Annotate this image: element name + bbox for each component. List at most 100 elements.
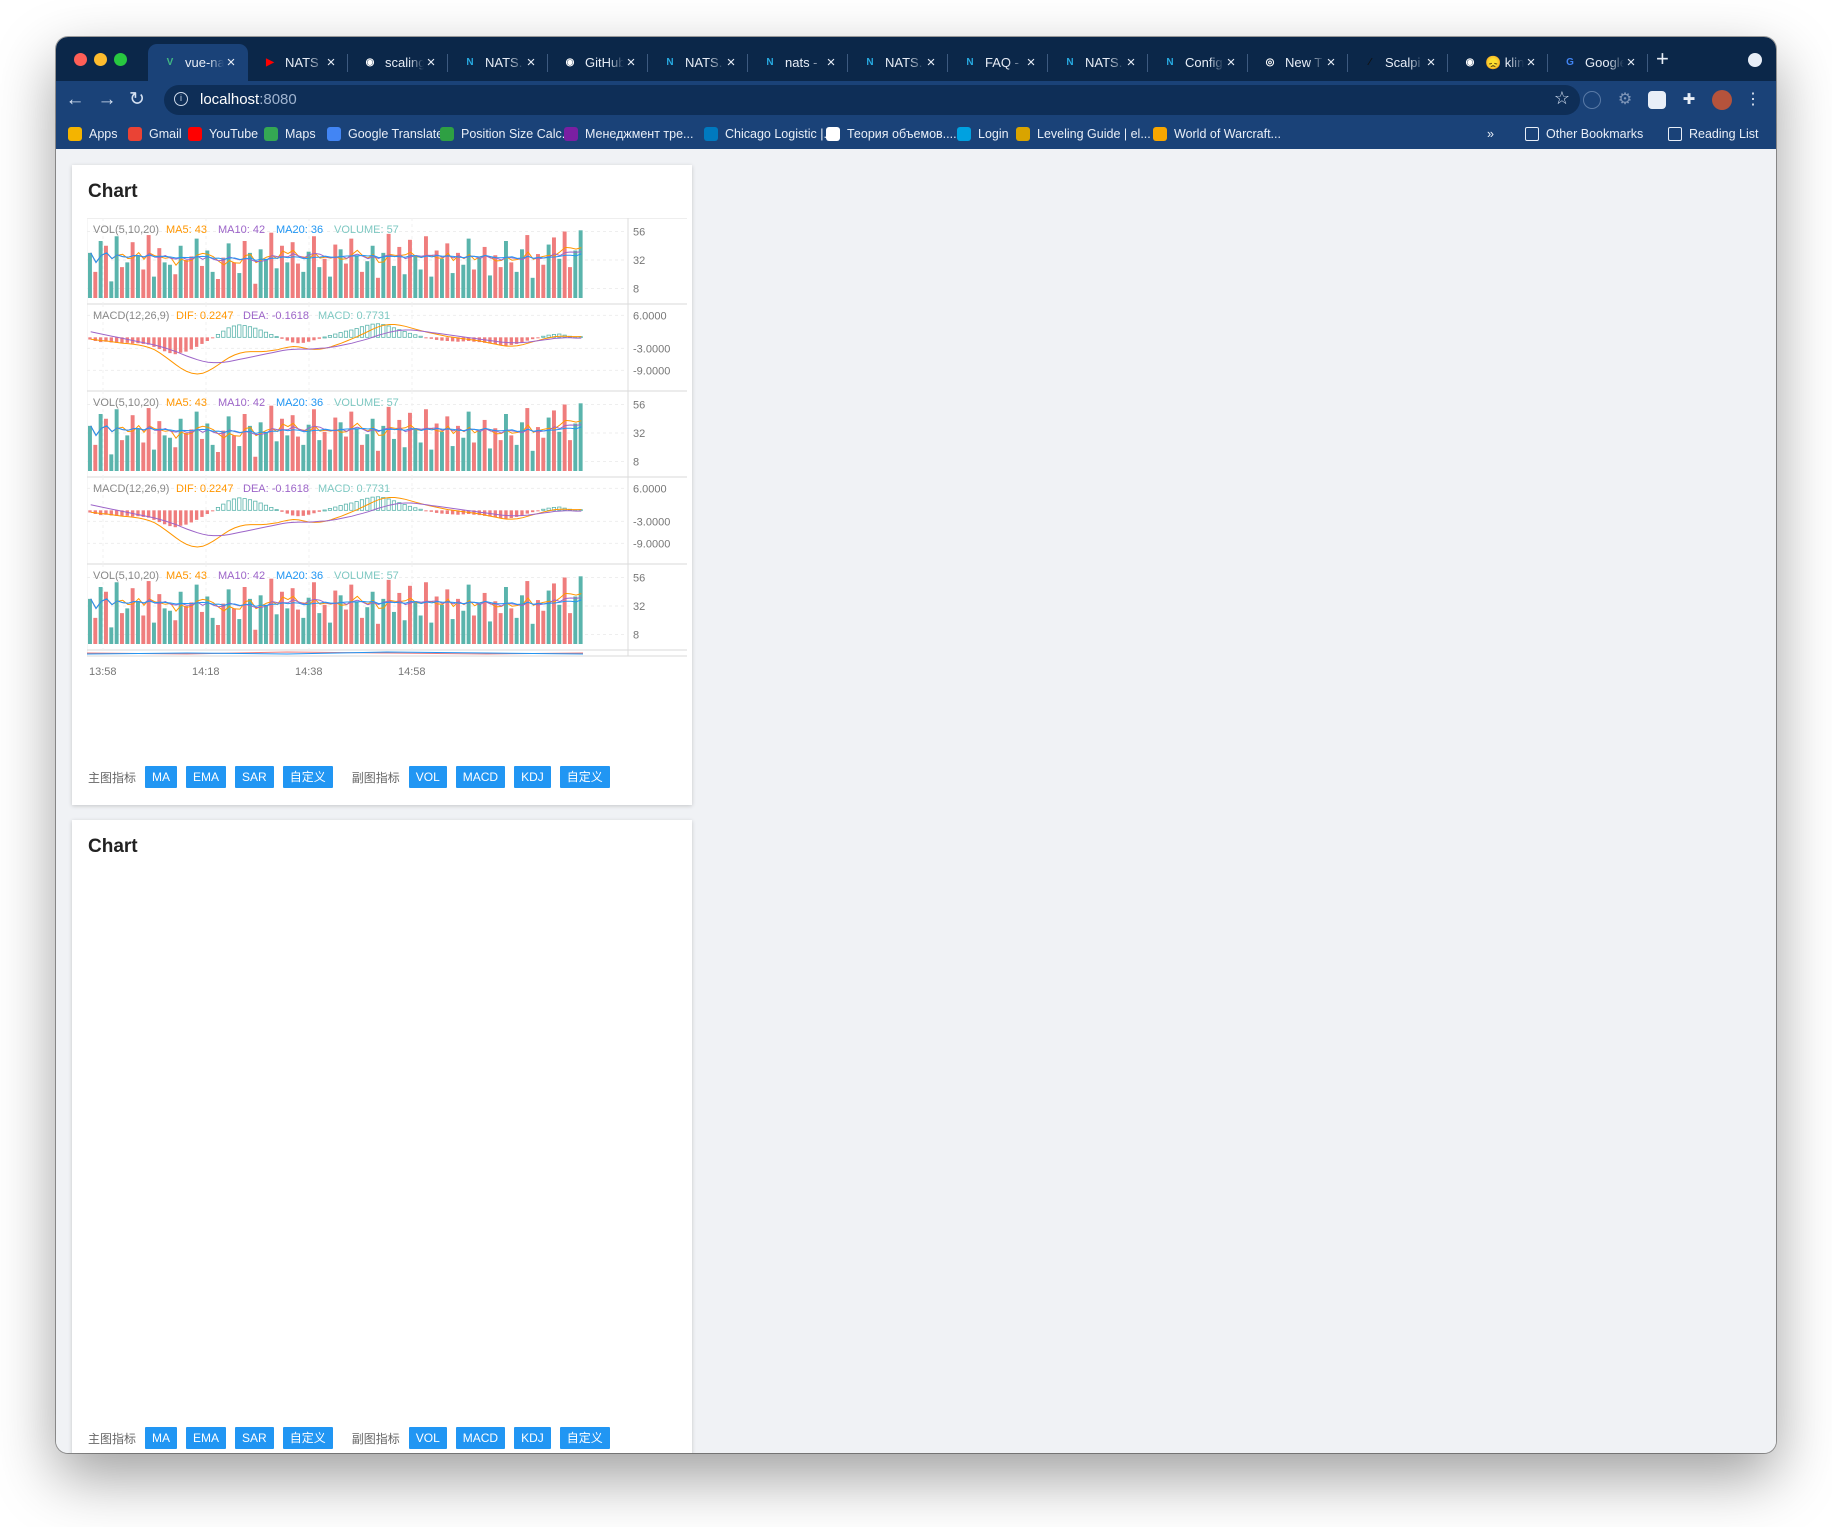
bookmark-item[interactable]: World of Warcraft... (1153, 126, 1281, 142)
close-tab-icon[interactable]: × (624, 54, 638, 71)
browser-tab[interactable]: N NATS. × (848, 44, 948, 81)
browser-tab[interactable]: Vvue-na × (148, 44, 248, 81)
volume-bar (445, 589, 450, 644)
close-tab-icon[interactable]: × (1424, 54, 1438, 71)
bookmark-item[interactable]: Менеджмент тре... (564, 126, 693, 142)
browser-tab[interactable]: ◉ GitHub × (548, 44, 648, 81)
tab-strip: Vvue-na × ▶ NATS × ◉ scaling × N NATS. × ◉ GitHub × N N… (56, 37, 1776, 81)
bookmark-star-icon[interactable]: ☆ (1554, 88, 1570, 109)
extensions-puzzle-icon[interactable]: ✚ (1680, 91, 1698, 109)
card-title: Chart (88, 181, 138, 202)
address-bar[interactable]: i localhost:8080 ☆ (164, 85, 1580, 115)
legend-text: VOLUME: 57 (334, 570, 399, 582)
volume-bar (413, 429, 418, 471)
back-button[interactable]: ← (62, 87, 88, 113)
empty-chart-area[interactable] (88, 875, 676, 1415)
sub-indicator-button-vol[interactable]: VOL (408, 766, 447, 788)
browser-tab[interactable]: N FAQ - × (948, 44, 1048, 81)
sub-indicator-button-自定义[interactable]: 自定义 (559, 766, 610, 788)
close-tab-icon[interactable]: × (324, 54, 338, 71)
close-tab-icon[interactable]: × (1024, 54, 1038, 71)
close-tab-icon[interactable]: × (1224, 54, 1238, 71)
close-tab-icon[interactable]: × (1624, 54, 1638, 71)
reload-button[interactable]: ↻ (124, 87, 150, 113)
bookmark-item[interactable]: Leveling Guide | el... (1016, 126, 1151, 142)
volume-bar (114, 582, 119, 644)
volume-bar (152, 622, 156, 644)
bookmarks-overflow-button[interactable]: » (1487, 126, 1494, 142)
reading-list-button[interactable]: Reading List (1668, 126, 1759, 142)
volume-bar (408, 412, 412, 471)
close-tab-icon[interactable]: × (924, 54, 938, 71)
main-indicator-button-ma[interactable]: MA (145, 1427, 178, 1449)
tab-search-icon[interactable] (1748, 53, 1762, 67)
volume-bar (488, 275, 492, 298)
bookmark-item[interactable]: Chicago Logistic |... (704, 126, 834, 142)
main-indicator-button-自定义[interactable]: 自定义 (282, 1427, 333, 1449)
bookmark-item[interactable]: Apps (68, 126, 118, 142)
bookmark-item[interactable]: YouTube (188, 126, 258, 142)
browser-tab[interactable]: Nnats - × (748, 44, 848, 81)
volume-bar (514, 617, 519, 644)
forward-button[interactable]: → (94, 87, 120, 113)
sub-indicator-button-macd[interactable]: MACD (455, 766, 506, 788)
more-menu-icon[interactable]: ⋮ (1744, 91, 1762, 109)
browser-tab[interactable]: N NATS. × (448, 44, 548, 81)
macd-bar (280, 337, 284, 339)
close-tab-icon[interactable]: × (724, 54, 738, 71)
main-indicator-button-ma[interactable]: MA (145, 766, 178, 788)
volume-bar (274, 268, 279, 298)
sub-indicator-button-kdj[interactable]: KDJ (514, 766, 551, 788)
browser-tab[interactable]: ◉ 😞 klin × (1448, 44, 1548, 81)
sub-indicator-button-vol[interactable]: VOL (408, 1427, 447, 1449)
extension-icon[interactable] (1583, 91, 1601, 109)
salesforce-cloud-icon (957, 127, 971, 141)
browser-tab[interactable]: ◎ New T × (1248, 44, 1348, 81)
maximize-window-button[interactable] (114, 53, 127, 66)
close-tab-icon[interactable]: × (1124, 54, 1138, 71)
bookmark-item[interactable]: Position Size Calc... (440, 126, 572, 142)
bookmark-item[interactable]: Теория объемов.... (826, 126, 957, 142)
browser-tab[interactable]: G Google × (1548, 44, 1648, 81)
bookmark-item[interactable]: Login (957, 126, 1009, 142)
main-indicator-button-sar[interactable]: SAR (235, 766, 274, 788)
legend-text: VOLUME: 57 (334, 397, 399, 409)
browser-tab[interactable]: ◉ scaling × (348, 44, 448, 81)
main-indicator-button-ema[interactable]: EMA (186, 766, 227, 788)
settings-extension-icon[interactable]: ⚙ (1616, 91, 1634, 109)
new-tab-button[interactable]: + (1656, 48, 1669, 70)
browser-tab[interactable]: N NATS. × (1048, 44, 1148, 81)
close-window-button[interactable] (74, 53, 87, 66)
close-tab-icon[interactable]: × (1324, 54, 1338, 71)
volume-bar (552, 583, 556, 644)
close-tab-icon[interactable]: × (824, 54, 838, 71)
bookmark-item[interactable]: Gmail (128, 126, 182, 142)
browser-tab[interactable]: N Config × (1148, 44, 1248, 81)
minimize-window-button[interactable] (94, 53, 107, 66)
bookmark-item[interactable]: Google Translate (327, 126, 443, 142)
sub-indicator-button-kdj[interactable]: KDJ (514, 1427, 551, 1449)
kline-chart[interactable]: 56 32 8 VOL(5,10,20) MA5: 43 MA10: 42 MA20: 36… (87, 218, 687, 748)
volume-bar (424, 409, 428, 471)
browser-tab[interactable]: N NATS. × (648, 44, 748, 81)
volume-bar (376, 277, 380, 298)
profile-avatar[interactable] (1712, 90, 1732, 110)
main-indicator-button-自定义[interactable]: 自定义 (282, 766, 333, 788)
volume-bar (509, 608, 514, 644)
main-indicator-button-ema[interactable]: EMA (186, 1427, 227, 1449)
translate-extension-icon[interactable] (1648, 91, 1666, 109)
legend-text: MACD: 0.7731 (318, 483, 390, 495)
macd-bar (226, 500, 231, 511)
close-tab-icon[interactable]: × (524, 54, 538, 71)
sub-indicator-button-macd[interactable]: MACD (455, 1427, 506, 1449)
sub-indicator-button-自定义[interactable]: 自定义 (559, 1427, 610, 1449)
browser-tab[interactable]: ▶ NATS × (248, 44, 348, 81)
site-info-icon[interactable]: i (174, 92, 188, 106)
close-tab-icon[interactable]: × (224, 54, 238, 71)
browser-tab[interactable]: ⁄ Scalpi × (1348, 44, 1448, 81)
close-tab-icon[interactable]: × (424, 54, 438, 71)
close-tab-icon[interactable]: × (1524, 54, 1538, 71)
main-indicator-button-sar[interactable]: SAR (235, 1427, 274, 1449)
bookmark-item[interactable]: Maps (264, 126, 316, 142)
other-bookmarks-folder[interactable]: Other Bookmarks (1525, 126, 1643, 142)
